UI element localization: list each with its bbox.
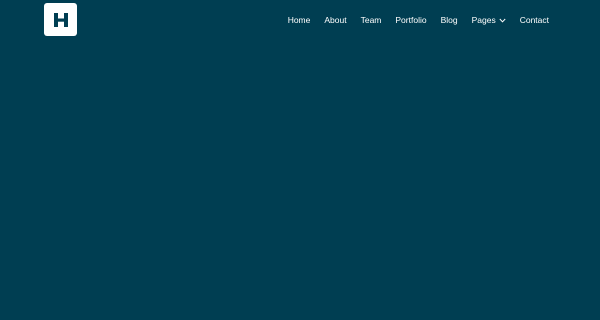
nav-item-label: Contact: [519, 15, 549, 25]
nav-item-label: Blog: [440, 15, 458, 25]
nav-item-team[interactable]: Team: [361, 13, 382, 27]
nav-item-blog[interactable]: Blog: [441, 13, 458, 27]
nav-item-home[interactable]: Home: [288, 13, 311, 27]
nav-item-pages-dropdown[interactable]: Pages: [472, 13, 506, 27]
nav-item-label: Team: [360, 15, 382, 25]
logo-h-icon: [53, 12, 68, 27]
nav-item-label: Portfolio: [395, 15, 427, 25]
chevron-down-icon: [499, 18, 506, 23]
nav-item-label: Home: [287, 15, 311, 25]
logo[interactable]: [44, 3, 77, 36]
main-nav: Home About Team Portfolio Blog Pages Con…: [288, 13, 549, 27]
nav-item-portfolio[interactable]: Portfolio: [395, 13, 426, 27]
nav-item-contact[interactable]: Contact: [520, 13, 549, 27]
hero-section: [0, 40, 600, 320]
site-header: Home About Team Portfolio Blog Pages Con…: [0, 0, 600, 40]
nav-item-label: About: [324, 15, 347, 25]
nav-item-label: Pages: [471, 15, 496, 25]
nav-item-about[interactable]: About: [324, 13, 346, 27]
